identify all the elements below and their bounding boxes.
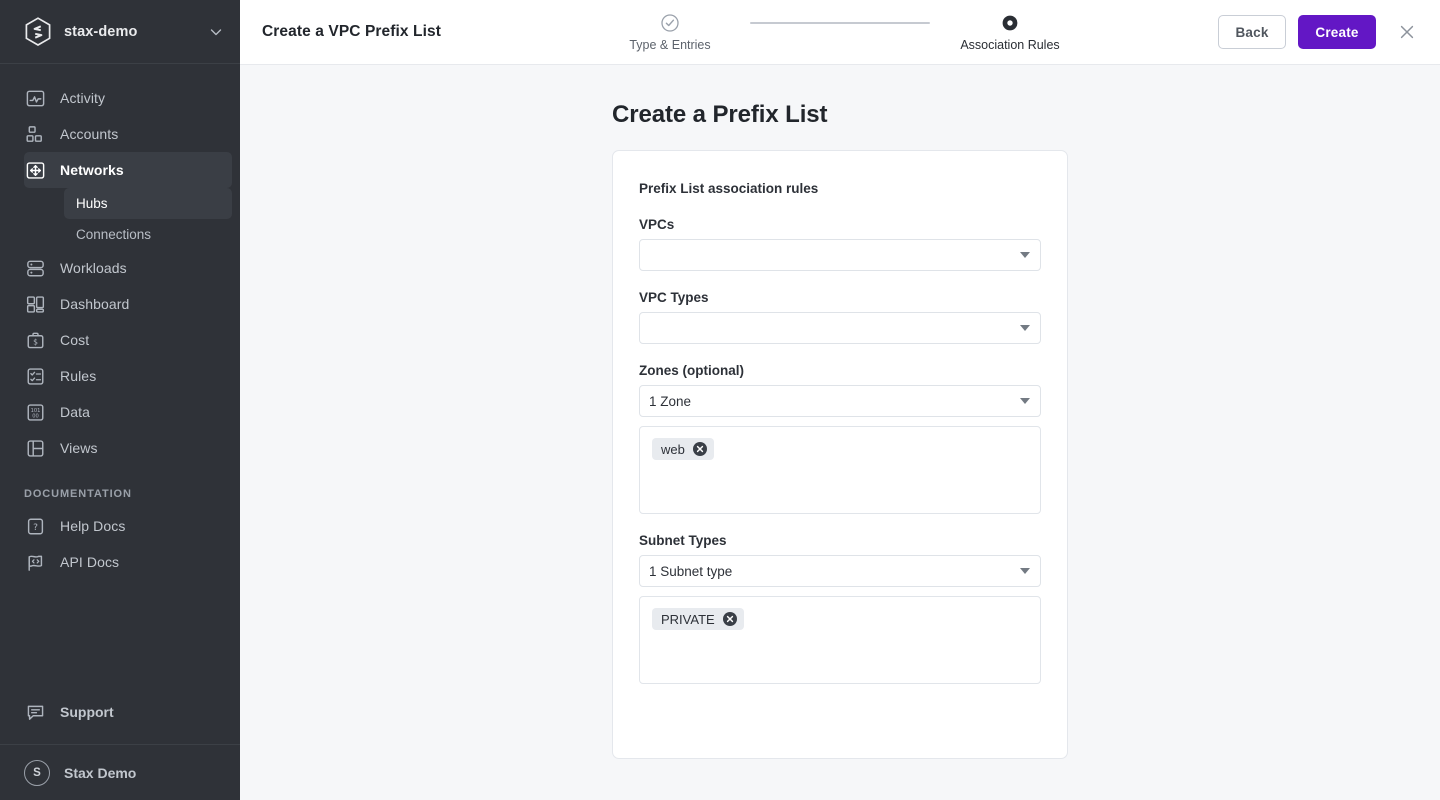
topbar: Create a VPC Prefix List Type & Entries [240, 0, 1440, 65]
field-label: VPC Types [639, 290, 709, 305]
app-root: stax-demo Activity Accounts Networks Hub… [0, 0, 1440, 800]
sidebar-item-label: Activity [60, 90, 106, 106]
field-vpc-types: VPC Types [639, 290, 1041, 344]
sidebar-item-label: Workloads [60, 260, 127, 276]
sidebar-item-label: Cost [60, 332, 90, 348]
sidebar-subitem-connections[interactable]: Connections [64, 219, 232, 250]
topbar-actions: Back Create [1218, 15, 1420, 49]
select-value: 1 Zone [649, 393, 692, 409]
sidebar-item-data[interactable]: 101 00 Data [24, 394, 232, 430]
page-title: Create a Prefix List [612, 101, 828, 128]
step-label: Type & Entries [629, 38, 711, 52]
primary-nav: Activity Accounts Networks Hubs Connecti… [0, 64, 240, 580]
zones-select[interactable]: 1 Zone [639, 385, 1041, 417]
field-label: Subnet Types [639, 533, 727, 548]
svg-text:$: $ [33, 337, 38, 346]
back-button[interactable]: Back [1218, 15, 1286, 49]
sidebar-item-workloads[interactable]: Workloads [24, 250, 232, 286]
main-area: Create a VPC Prefix List Type & Entries [240, 0, 1440, 800]
activity-icon [24, 87, 46, 109]
stax-hexagon-logo-icon [24, 16, 52, 47]
topbar-title: Create a VPC Prefix List [262, 23, 441, 40]
chip: web [652, 438, 714, 460]
triangle-down-icon [1020, 398, 1030, 404]
sidebar-subitem-label: Connections [76, 227, 152, 242]
field-vpcs: VPCs [639, 217, 1041, 271]
field-label: Zones (optional) [639, 363, 744, 378]
triangle-down-icon [1020, 325, 1030, 331]
cost-icon: $ [24, 329, 46, 351]
subnet-types-chip-area: PRIVATE [639, 596, 1041, 684]
card-heading: Prefix List association rules [639, 181, 819, 196]
vpc-types-select[interactable] [639, 312, 1041, 344]
sidebar-item-help-docs[interactable]: ? Help Docs [24, 508, 232, 544]
sidebar-item-accounts[interactable]: Accounts [24, 116, 232, 152]
org-switcher[interactable]: stax-demo [0, 0, 240, 64]
dashboard-icon [24, 293, 46, 315]
chip: PRIVATE [652, 608, 744, 630]
filled-ring-icon [1001, 12, 1019, 34]
triangle-down-icon [1020, 252, 1030, 258]
sidebar-item-label: Accounts [60, 126, 119, 142]
create-button[interactable]: Create [1298, 15, 1376, 49]
question-mark-icon: ? [24, 515, 46, 537]
sidebar-item-networks[interactable]: Networks [24, 152, 232, 188]
rules-icon [24, 365, 46, 387]
svg-text:?: ? [33, 521, 38, 532]
views-icon [24, 437, 46, 459]
sidebar-item-label: Data [60, 404, 90, 420]
field-label: VPCs [639, 217, 675, 232]
zones-chip-area: web [639, 426, 1041, 514]
sidebar-item-dashboard[interactable]: Dashboard [24, 286, 232, 322]
code-flag-icon [24, 551, 46, 573]
vpcs-select[interactable] [639, 239, 1041, 271]
sidebar-item-label: Dashboard [60, 296, 130, 312]
sidebar-item-activity[interactable]: Activity [24, 80, 232, 116]
networks-icon [24, 159, 46, 181]
data-icon: 101 00 [24, 401, 46, 423]
chevron-down-icon[interactable] [208, 24, 224, 40]
field-subnet-types: Subnet Types 1 Subnet type PRIVATE [639, 533, 1041, 684]
sidebar-item-label: Support [60, 704, 114, 720]
chip-remove-icon[interactable] [722, 612, 737, 626]
sidebar-item-support[interactable]: Support [24, 692, 232, 732]
accounts-icon [24, 123, 46, 145]
avatar: S [24, 759, 50, 786]
chip-remove-icon[interactable] [692, 442, 707, 456]
chat-bubble-icon [24, 701, 46, 723]
sidebar-item-cost[interactable]: $ Cost [24, 322, 232, 358]
field-zones: Zones (optional) 1 Zone web [639, 363, 1041, 514]
sidebar-subitem-label: Hubs [76, 196, 108, 211]
documentation-section-title: DOCUMENTATION [24, 488, 132, 500]
content-area: Create a Prefix List Prefix List associa… [240, 65, 1440, 800]
step-label: Association Rules [960, 38, 1060, 52]
sidebar-item-label: API Docs [60, 554, 120, 570]
user-profile[interactable]: S Stax Demo [0, 744, 240, 800]
sidebar-item-label: Rules [60, 368, 97, 384]
workloads-icon [24, 257, 46, 279]
sidebar-item-label: Help Docs [60, 518, 126, 534]
svg-text:00: 00 [32, 413, 39, 419]
sidebar-item-views[interactable]: Views [24, 430, 232, 466]
step-association-rules[interactable]: Association Rules [930, 12, 1090, 52]
sidebar: stax-demo Activity Accounts Networks Hub… [0, 0, 240, 800]
chip-label: PRIVATE [661, 611, 715, 627]
step-type-and-entries[interactable]: Type & Entries [590, 12, 750, 52]
check-circle-icon [661, 12, 679, 34]
subnet-types-select[interactable]: 1 Subnet type [639, 555, 1041, 587]
select-value: 1 Subnet type [649, 563, 733, 579]
user-name: Stax Demo [64, 764, 137, 781]
sidebar-item-rules[interactable]: Rules [24, 358, 232, 394]
sidebar-item-label: Views [60, 440, 98, 456]
stepper-connector-line [750, 22, 930, 24]
sidebar-subitem-hubs[interactable]: Hubs [64, 188, 232, 219]
triangle-down-icon [1020, 568, 1030, 574]
chip-label: web [661, 441, 685, 457]
association-rules-card: Prefix List association rules VPCs VPC T… [612, 150, 1068, 759]
sidebar-item-label: Networks [60, 162, 124, 178]
org-name: stax-demo [64, 23, 138, 40]
close-icon[interactable] [1394, 19, 1420, 45]
sidebar-item-api-docs[interactable]: API Docs [24, 544, 232, 580]
